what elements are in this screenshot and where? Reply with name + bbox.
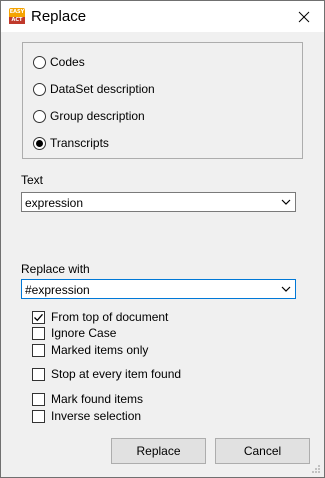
- checkbox-label: Ignore Case: [51, 326, 117, 340]
- checkbox-label: Marked items only: [51, 343, 149, 357]
- title-bar: EASY ACT Replace: [1, 1, 324, 32]
- checkbox[interactable]: [32, 409, 45, 423]
- radio-label: Codes: [50, 55, 85, 69]
- radio-dataset-description[interactable]: DataSet description: [33, 81, 155, 97]
- app-icon-top-text: EASY: [9, 9, 25, 15]
- replace-with-label: Replace with: [21, 262, 90, 276]
- cancel-button[interactable]: Cancel: [215, 438, 310, 464]
- replace-button[interactable]: Replace: [111, 438, 206, 464]
- text-value[interactable]: expression: [25, 196, 83, 210]
- text-label: Text: [21, 173, 44, 187]
- checkbox-marked-items-only[interactable]: Marked items only: [32, 343, 148, 357]
- checkbox[interactable]: [32, 343, 45, 357]
- close-button[interactable]: [284, 1, 324, 32]
- chevron-down-icon[interactable]: [281, 197, 291, 207]
- window-title: Replace: [31, 8, 87, 25]
- checkbox-label: From top of document: [51, 310, 169, 324]
- radio-button[interactable]: [33, 136, 46, 150]
- close-icon: [298, 11, 310, 22]
- checkbox[interactable]: [32, 367, 45, 381]
- radio-button[interactable]: [33, 82, 46, 96]
- replace-with-value[interactable]: #expression: [25, 283, 90, 297]
- checkbox-ignore-case[interactable]: Ignore Case: [32, 326, 116, 340]
- checkbox-stop-at-every-item[interactable]: Stop at every item found: [32, 367, 181, 381]
- app-icon-bottom-text: ACT: [9, 17, 25, 24]
- checkbox-label: Mark found items: [51, 392, 144, 406]
- scope-group: Codes DataSet description Group descript…: [22, 42, 303, 159]
- radio-button[interactable]: [33, 55, 46, 69]
- radio-button[interactable]: [33, 109, 46, 123]
- radio-label: Transcripts: [50, 136, 109, 150]
- checkbox[interactable]: [32, 326, 45, 340]
- checkbox-label: Stop at every item found: [51, 367, 182, 381]
- checkmark-icon: [34, 313, 43, 321]
- radio-codes[interactable]: Codes: [33, 54, 85, 70]
- resize-grip-icon[interactable]: [311, 464, 321, 474]
- checkbox-label: Inverse selection: [51, 409, 142, 423]
- replace-dialog: EASY ACT Replace Codes DataSet descripti…: [0, 0, 325, 478]
- checkbox-mark-found-items[interactable]: Mark found items: [32, 392, 143, 406]
- checkbox-from-top[interactable]: From top of document: [32, 310, 168, 324]
- app-icon: EASY ACT: [9, 8, 25, 24]
- radio-label: Group description: [50, 109, 145, 123]
- radio-label: DataSet description: [50, 82, 155, 96]
- chevron-down-icon[interactable]: [281, 284, 291, 294]
- checkbox[interactable]: [32, 392, 45, 406]
- radio-group-description[interactable]: Group description: [33, 108, 145, 124]
- replace-with-combobox[interactable]: #expression: [21, 279, 296, 299]
- checkbox[interactable]: [32, 310, 45, 324]
- text-combobox[interactable]: expression: [21, 192, 296, 212]
- checkbox-inverse-selection[interactable]: Inverse selection: [32, 409, 141, 423]
- radio-transcripts[interactable]: Transcripts: [33, 135, 109, 151]
